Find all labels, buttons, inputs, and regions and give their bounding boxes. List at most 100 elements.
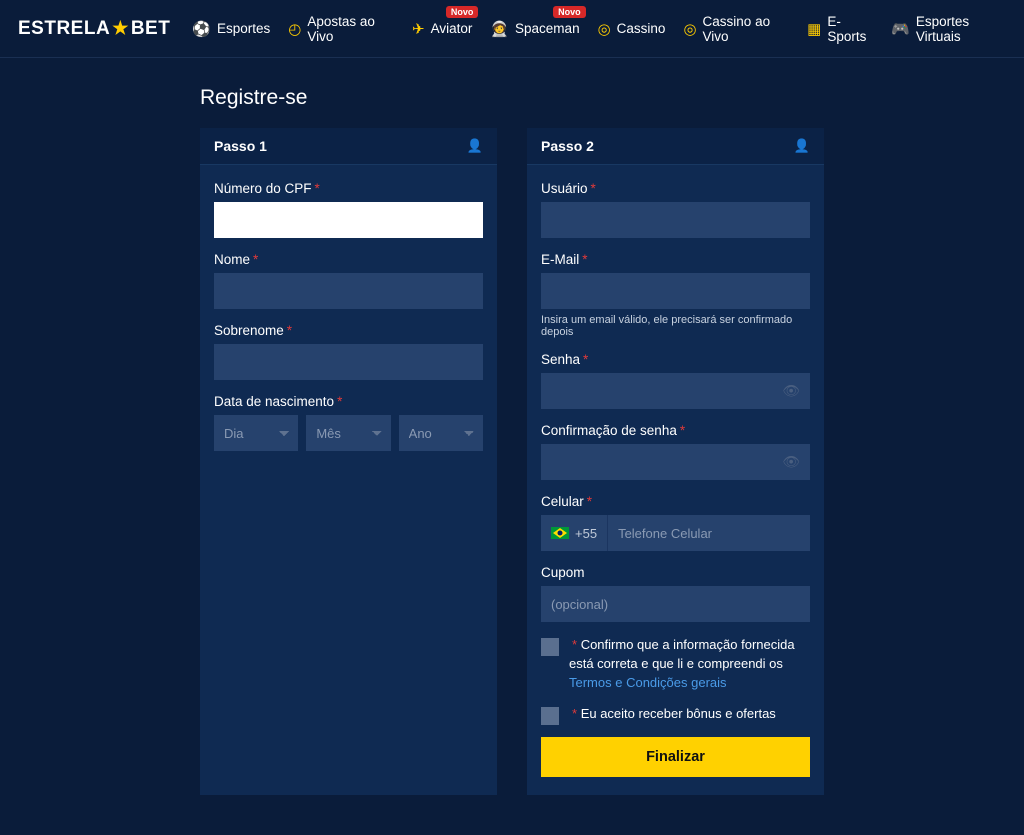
soccer-icon: ⚽	[192, 20, 211, 38]
celular-input[interactable]	[608, 515, 810, 551]
eye-icon[interactable]: 👁	[782, 454, 800, 471]
celular-field: Celular* +55	[541, 494, 810, 551]
form-columns: Passo 1 👤 Número do CPF* Nome* Sobrenome…	[200, 128, 824, 795]
page-title: Registre-se	[200, 86, 824, 110]
clock-icon: ◴	[288, 20, 301, 38]
usuario-input[interactable]	[541, 202, 810, 238]
senha-field: Senha* 👁	[541, 352, 810, 409]
terms-checkbox[interactable]	[541, 638, 559, 656]
nav-apostas-ao-vivo[interactable]: ◴ Apostas ao Vivo	[288, 14, 394, 44]
nav-aviator[interactable]: ✈ Aviator Novo	[412, 20, 472, 38]
celular-label: Celular*	[541, 494, 810, 509]
user-icon: 👤	[467, 138, 483, 154]
nav-label: Spaceman	[515, 21, 580, 36]
bonus-text: * Eu aceito receber bônus e ofertas	[569, 705, 776, 724]
cpf-label: Número do CPF*	[214, 181, 483, 196]
required-icon: *	[315, 181, 320, 196]
step2-header: Passo 2 👤	[527, 128, 824, 165]
confirma-wrap: 👁	[541, 444, 810, 480]
finalizar-button[interactable]: Finalizar	[541, 737, 810, 777]
required-icon: *	[587, 494, 592, 509]
terms-prefix: Confirmo que a informação fornecida está…	[569, 637, 795, 671]
required-icon: *	[572, 637, 577, 652]
nav-label: Aviator	[431, 21, 473, 36]
senha-input[interactable]	[541, 373, 810, 409]
nav-label: Cassino ao Vivo	[703, 14, 790, 44]
badge-novo: Novo	[446, 6, 479, 18]
confirma-senha-input[interactable]	[541, 444, 810, 480]
user-icon: 👤	[794, 138, 810, 154]
required-icon: *	[337, 394, 342, 409]
eye-icon[interactable]: 👁	[782, 383, 800, 400]
nav-esports[interactable]: ▦ E-Sports	[807, 14, 873, 44]
phone-country-code: +55	[575, 526, 597, 541]
dob-year-select[interactable]: Ano	[399, 415, 483, 451]
plane-icon: ✈	[412, 20, 425, 38]
bonus-checkbox[interactable]	[541, 707, 559, 725]
main-nav: ⚽ Esportes ◴ Apostas ao Vivo ✈ Aviator N…	[192, 14, 1006, 44]
usuario-field: Usuário*	[541, 181, 810, 238]
nome-input[interactable]	[214, 273, 483, 309]
nav-label: E-Sports	[827, 14, 873, 44]
sobrenome-field: Sobrenome*	[214, 323, 483, 380]
cupom-input[interactable]	[541, 586, 810, 622]
nav-label: Esportes Virtuais	[916, 14, 1006, 44]
cpf-input[interactable]	[214, 202, 483, 238]
sobrenome-input[interactable]	[214, 344, 483, 380]
chip-live-icon: ◎	[683, 20, 696, 38]
required-icon: *	[253, 252, 258, 267]
required-icon: *	[583, 352, 588, 367]
bonus-label-text: Eu aceito receber bônus e ofertas	[581, 706, 776, 721]
step1-title: Passo 1	[214, 138, 267, 154]
badge-novo: Novo	[553, 6, 586, 18]
nome-label: Nome*	[214, 252, 483, 267]
required-icon: *	[572, 706, 577, 721]
nav-cassino[interactable]: ◎ Cassino	[598, 20, 666, 38]
senha-wrap: 👁	[541, 373, 810, 409]
step1-body: Número do CPF* Nome* Sobrenome* Data de …	[200, 165, 497, 483]
terms-consent-row: * Confirmo que a informação fornecida es…	[541, 636, 810, 693]
esports-icon: ▦	[807, 20, 821, 38]
nav-esportes[interactable]: ⚽ Esportes	[192, 20, 270, 38]
step2-body: Usuário* E-Mail* Insira um email válido,…	[527, 165, 824, 795]
brand-part2: BET	[131, 18, 171, 40]
confirma-senha-field: Confirmação de senha* 👁	[541, 423, 810, 480]
sobrenome-label: Sobrenome*	[214, 323, 483, 338]
brand-part1: ESTRELA	[18, 18, 110, 40]
phone-prefix[interactable]: +55	[541, 515, 608, 551]
bonus-consent-row: * Eu aceito receber bônus e ofertas	[541, 705, 810, 725]
page-content: Registre-se Passo 1 👤 Número do CPF* Nom…	[0, 58, 1024, 835]
phone-row: +55	[541, 515, 810, 551]
brand-logo[interactable]: ESTRELA ★ BET	[18, 18, 170, 40]
email-input[interactable]	[541, 273, 810, 309]
step2-card: Passo 2 👤 Usuário* E-Mail* Insira um ema…	[527, 128, 824, 795]
required-icon: *	[582, 252, 587, 267]
step1-header: Passo 1 👤	[200, 128, 497, 165]
cpf-field: Número do CPF*	[214, 181, 483, 238]
terms-link[interactable]: Termos e Condições gerais	[569, 675, 727, 690]
gamepad-icon: 🎮	[891, 20, 910, 38]
required-icon: *	[287, 323, 292, 338]
required-icon: *	[680, 423, 685, 438]
dob-day-select[interactable]: Dia	[214, 415, 298, 451]
step2-title: Passo 2	[541, 138, 594, 154]
dob-label: Data de nascimento*	[214, 394, 483, 409]
nav-label: Cassino	[617, 21, 666, 36]
nav-label: Apostas ao Vivo	[307, 14, 394, 44]
astronaut-icon: 🧑‍🚀	[490, 20, 509, 38]
senha-label: Senha*	[541, 352, 810, 367]
dob-field: Data de nascimento* Dia Mês Ano	[214, 394, 483, 451]
terms-text: * Confirmo que a informação fornecida es…	[569, 636, 810, 693]
dob-month-select[interactable]: Mês	[306, 415, 390, 451]
email-hint: Insira um email válido, ele precisará se…	[541, 314, 810, 338]
nav-esportes-virtuais[interactable]: 🎮 Esportes Virtuais	[891, 14, 1006, 44]
nav-spaceman[interactable]: 🧑‍🚀 Spaceman Novo	[490, 20, 579, 38]
nome-field: Nome*	[214, 252, 483, 309]
confirma-senha-label: Confirmação de senha*	[541, 423, 810, 438]
step1-card: Passo 1 👤 Número do CPF* Nome* Sobrenome…	[200, 128, 497, 795]
nav-cassino-ao-vivo[interactable]: ◎ Cassino ao Vivo	[683, 14, 789, 44]
dob-row: Dia Mês Ano	[214, 415, 483, 451]
email-field: E-Mail* Insira um email válido, ele prec…	[541, 252, 810, 338]
star-icon: ★	[112, 18, 129, 39]
top-navbar: ESTRELA ★ BET ⚽ Esportes ◴ Apostas ao Vi…	[0, 0, 1024, 58]
